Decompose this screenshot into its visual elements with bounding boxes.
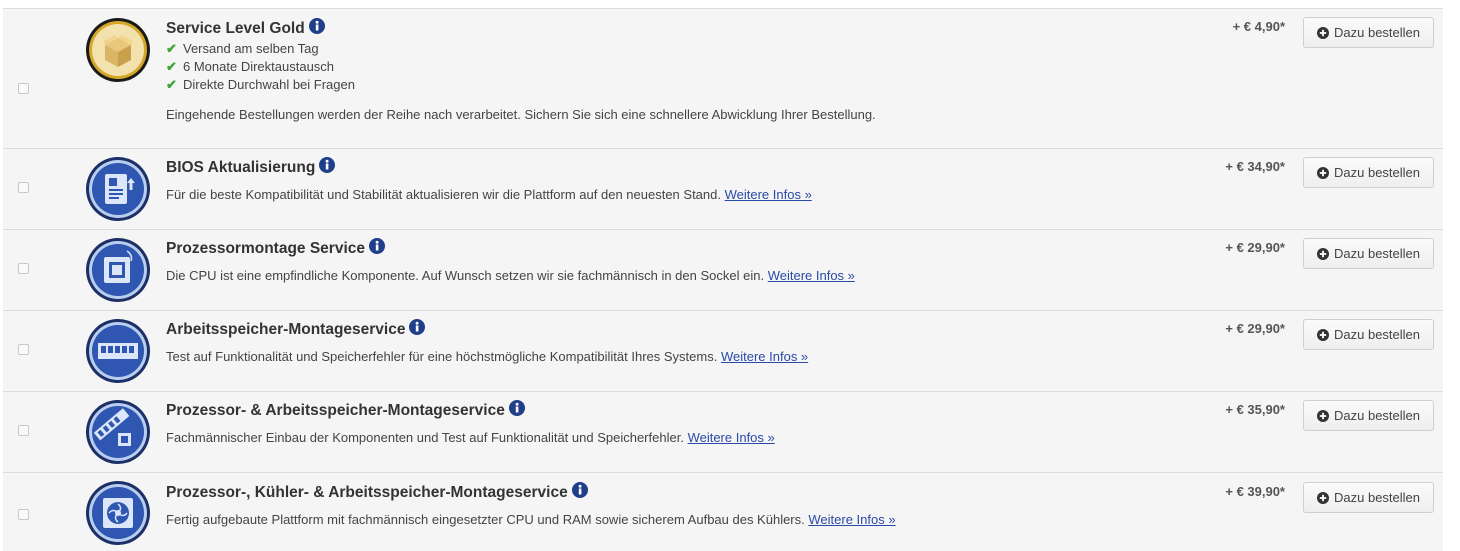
plus-circle-icon	[1317, 409, 1329, 422]
service-content: BIOS Aktualisierung Für die beste Kompat…	[166, 157, 1183, 204]
service-price: + € 35,90*	[1225, 402, 1285, 417]
service-title: Service Level Gold	[166, 18, 1183, 40]
service-checkbox[interactable]	[18, 344, 29, 355]
more-info-link[interactable]: Weitere Infos »	[688, 430, 775, 445]
check-icon: ✔	[166, 77, 177, 92]
service-content: Prozessor- & Arbeitsspeicher-Montageserv…	[166, 400, 1183, 447]
bios-chip-icon	[86, 157, 150, 221]
service-price: + € 4,90*	[1232, 19, 1285, 34]
check-icon: ✔	[166, 41, 177, 56]
plus-circle-icon	[1317, 491, 1329, 504]
order-button[interactable]: Dazu bestellen	[1303, 157, 1434, 188]
service-description: Eingehende Bestellungen werden der Reihe…	[166, 107, 876, 122]
info-icon[interactable]	[308, 18, 325, 34]
service-row-prozessormontage: Prozessormontage Service Die CPU ist ein…	[3, 230, 1443, 311]
service-title: Prozessormontage Service	[166, 238, 1183, 260]
cooler-fan-icon	[86, 481, 150, 545]
service-row-prozessor-kuehler-arbeitsspeicher: Prozessor-, Kühler- & Arbeitsspeicher-Mo…	[3, 473, 1443, 551]
ram-module-icon	[86, 319, 150, 383]
service-description: Test auf Funktionalität und Speicherfehl…	[166, 349, 809, 364]
service-title: Arbeitsspeicher-Montageservice	[166, 319, 1183, 341]
service-title: BIOS Aktualisierung	[166, 157, 1183, 179]
more-info-link[interactable]: Weitere Infos »	[768, 268, 855, 283]
feature-item: ✔ Versand am selben Tag	[166, 41, 319, 56]
service-price: + € 34,90*	[1225, 159, 1285, 174]
service-checkbox[interactable]	[18, 425, 29, 436]
service-row-service-level-gold: Service Level Gold ✔ Versand am selben Ta…	[3, 9, 1443, 149]
service-price: + € 29,90*	[1225, 321, 1285, 336]
service-list: Service Level Gold ✔ Versand am selben Ta…	[3, 8, 1443, 551]
service-title: Prozessor- & Arbeitsspeicher-Montageserv…	[166, 400, 1183, 422]
service-description: Für die beste Kompatibilität und Stabili…	[166, 187, 812, 202]
service-checkbox[interactable]	[18, 182, 29, 193]
info-icon[interactable]	[369, 238, 386, 254]
plus-circle-icon	[1317, 166, 1329, 179]
info-icon[interactable]	[409, 319, 426, 335]
service-title: Prozessor-, Kühler- & Arbeitsspeicher-Mo…	[166, 482, 1183, 504]
service-description: Fachmännischer Einbau der Komponenten un…	[166, 430, 775, 445]
feature-item: ✔ 6 Monate Direktaustausch	[166, 59, 335, 74]
service-checkbox[interactable]	[18, 83, 29, 94]
plus-circle-icon	[1317, 26, 1329, 39]
plus-circle-icon	[1317, 328, 1329, 341]
service-content: Prozessormontage Service Die CPU ist ein…	[166, 238, 1183, 285]
order-button[interactable]: Dazu bestellen	[1303, 319, 1434, 350]
service-row-bios-aktualisierung: BIOS Aktualisierung Für die beste Kompat…	[3, 149, 1443, 230]
service-description: Die CPU ist eine empfindliche Komponente…	[166, 268, 855, 283]
cpu-ram-icon	[86, 400, 150, 464]
info-icon[interactable]	[319, 157, 336, 173]
order-button[interactable]: Dazu bestellen	[1303, 238, 1434, 269]
service-content: Prozessor-, Kühler- & Arbeitsspeicher-Mo…	[166, 482, 1183, 529]
plus-circle-icon	[1317, 247, 1329, 260]
service-price: + € 29,90*	[1225, 240, 1285, 255]
info-icon[interactable]	[508, 400, 525, 416]
service-price: + € 39,90*	[1225, 484, 1285, 499]
cpu-icon	[86, 238, 150, 302]
order-button[interactable]: Dazu bestellen	[1303, 482, 1434, 513]
service-row-prozessor-arbeitsspeicher: Prozessor- & Arbeitsspeicher-Montageserv…	[3, 392, 1443, 473]
service-content: Arbeitsspeicher-Montageservice Test auf …	[166, 319, 1183, 366]
service-checkbox[interactable]	[18, 509, 29, 520]
gold-box-icon	[86, 18, 150, 82]
more-info-link[interactable]: Weitere Infos »	[721, 349, 808, 364]
more-info-link[interactable]: Weitere Infos »	[808, 512, 895, 527]
service-content: Service Level Gold ✔ Versand am selben Ta…	[166, 18, 1183, 124]
more-info-link[interactable]: Weitere Infos »	[725, 187, 812, 202]
check-icon: ✔	[166, 59, 177, 74]
feature-item: ✔ Direkte Durchwahl bei Fragen	[166, 77, 355, 92]
service-row-arbeitsspeicher-montage: Arbeitsspeicher-Montageservice Test auf …	[3, 311, 1443, 392]
service-description: Fertig aufgebaute Plattform mit fachmänn…	[166, 512, 896, 527]
order-button[interactable]: Dazu bestellen	[1303, 17, 1434, 48]
order-button[interactable]: Dazu bestellen	[1303, 400, 1434, 431]
service-checkbox[interactable]	[18, 263, 29, 274]
info-icon[interactable]	[571, 482, 588, 498]
